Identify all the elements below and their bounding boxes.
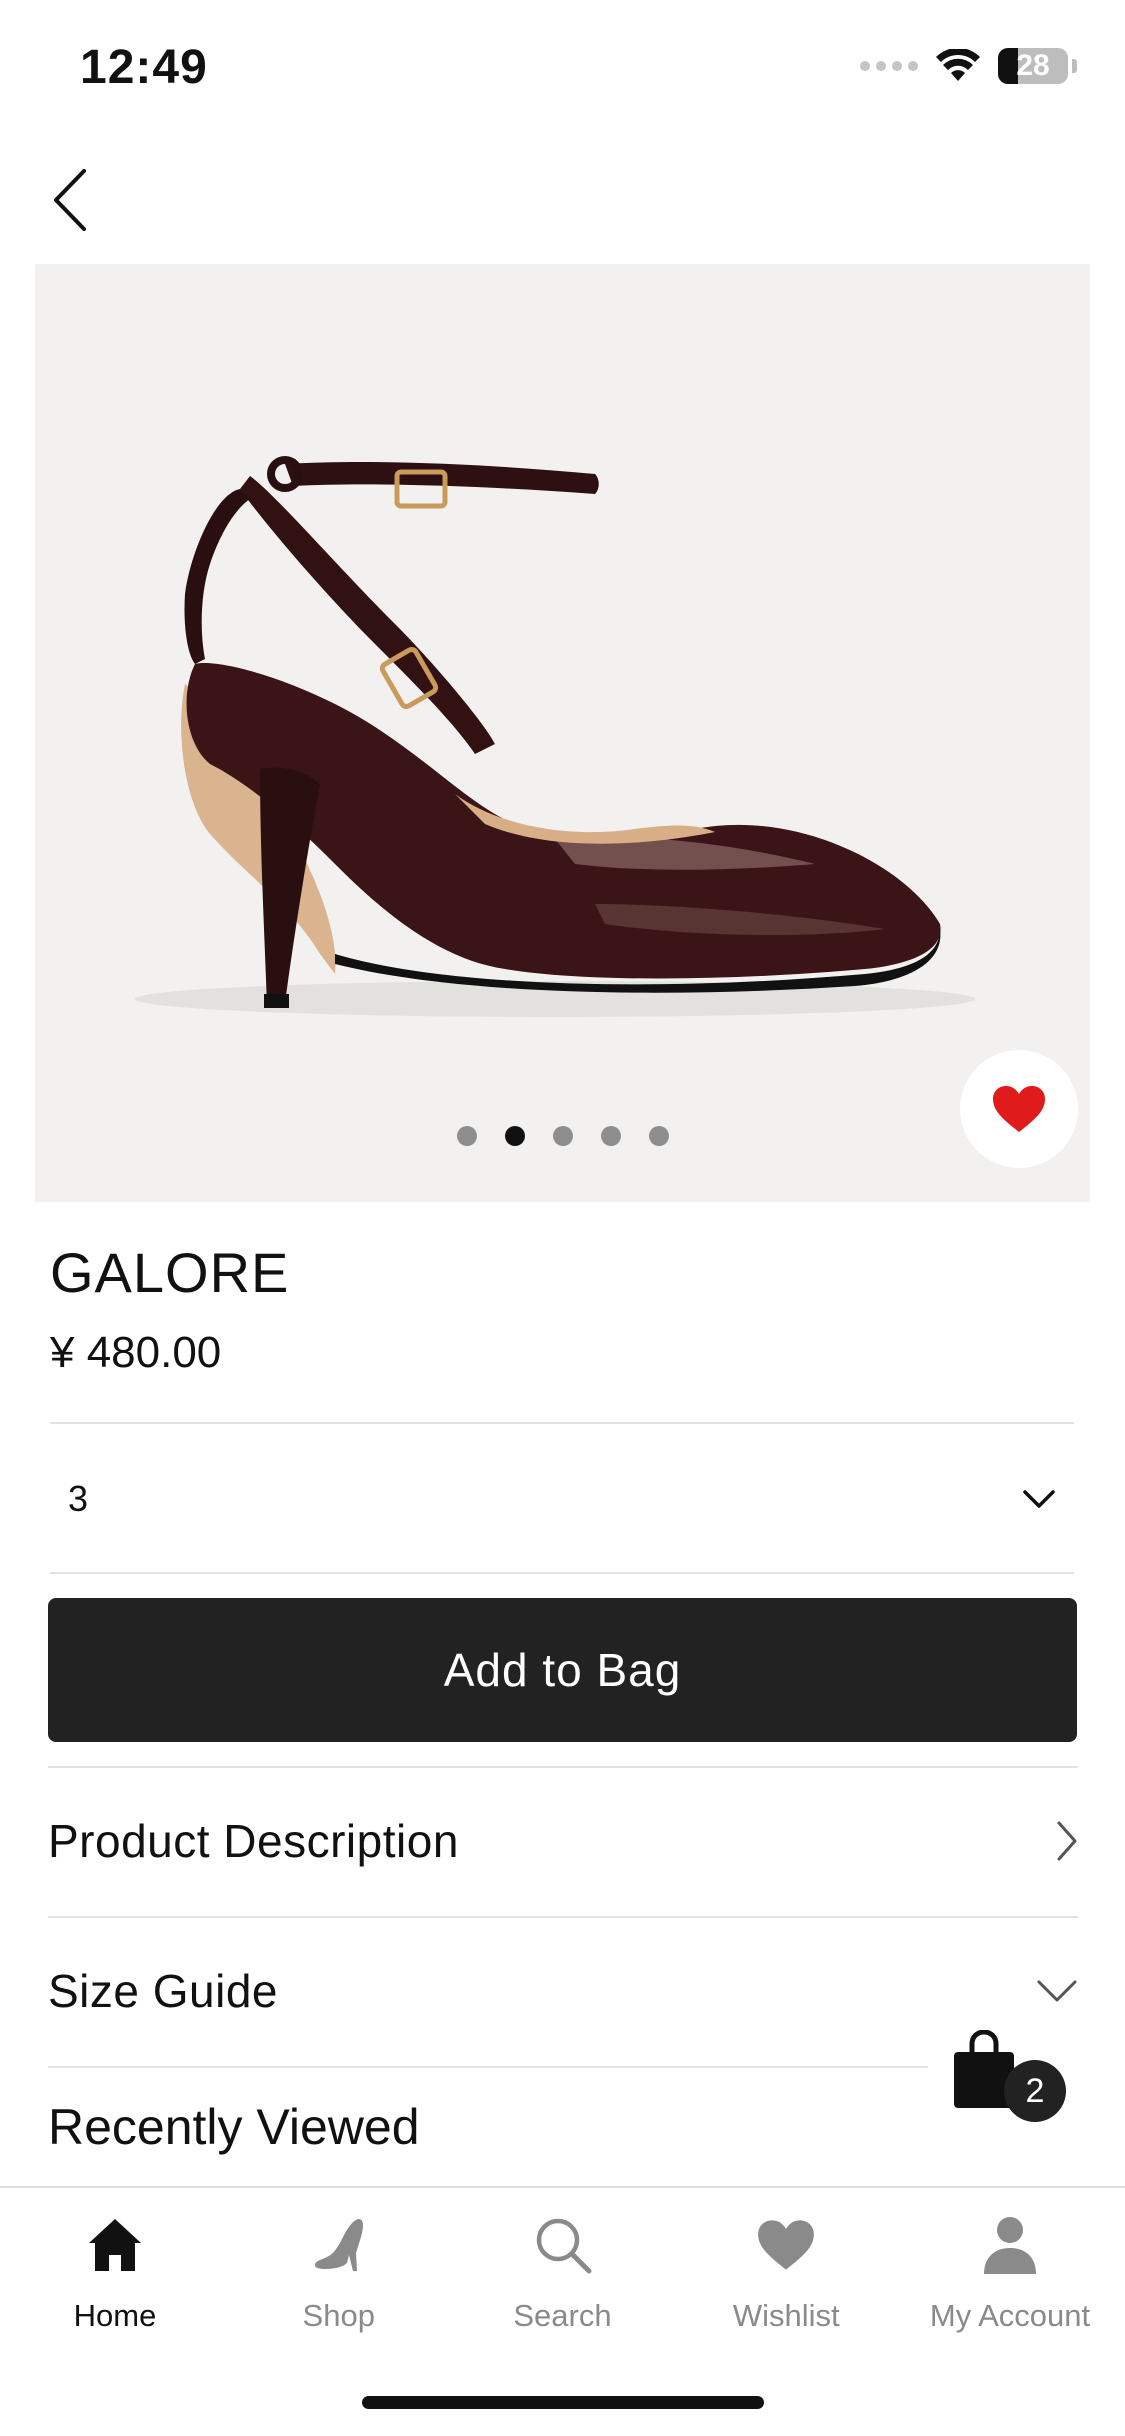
cellular-signal-icon: [860, 61, 918, 71]
status-bar: 12:49 28: [0, 0, 1125, 130]
tab-label: Home: [73, 2298, 157, 2333]
size-select-value: 3: [68, 1478, 89, 1519]
home-indicator: [362, 2396, 764, 2409]
home-icon: [89, 2219, 141, 2271]
heart-filled-icon: [993, 1086, 1045, 1132]
tab-wishlist[interactable]: Wishlist: [675, 2188, 897, 2334]
carousel-indicator[interactable]: [35, 1126, 1090, 1146]
size-guide-label: Size Guide: [48, 1965, 279, 2017]
tab-my-account[interactable]: My Account: [899, 2188, 1121, 2334]
bag-count-badge: 2: [1004, 2060, 1066, 2122]
battery-tip: [1072, 59, 1077, 73]
battery-level: 28: [1016, 49, 1050, 82]
product-image-carousel[interactable]: [35, 264, 1090, 1202]
high-heel-shoe-image: [135, 456, 975, 1017]
divider: [50, 1572, 1074, 1574]
size-select-dropdown[interactable]: 3: [50, 1424, 1074, 1574]
carousel-dot[interactable]: [456, 1126, 477, 1146]
heart-icon: [758, 2220, 815, 2270]
chevron-down-icon: [1023, 1490, 1055, 1508]
size-guide-row[interactable]: Size Guide: [48, 1918, 1078, 2064]
tab-search[interactable]: Search: [452, 2188, 674, 2334]
carousel-dot[interactable]: [504, 1126, 525, 1146]
tab-label: My Account: [929, 2298, 1091, 2333]
tab-label: Search: [513, 2298, 612, 2333]
product-description-label: Product Description: [48, 1815, 459, 1867]
product-description-row[interactable]: Product Description: [48, 1768, 1078, 1914]
tab-home[interactable]: Home: [4, 2188, 226, 2334]
chevron-down-icon: [1037, 1980, 1077, 2002]
carousel-dot[interactable]: [648, 1126, 669, 1146]
add-to-bag-button[interactable]: Add to Bag: [48, 1598, 1077, 1742]
recently-viewed-heading: Recently Viewed: [48, 2099, 420, 2155]
wishlist-toggle-button[interactable]: [960, 1050, 1078, 1168]
floating-bag-button[interactable]: 2: [952, 2030, 1072, 2130]
chevron-left-icon: [54, 169, 86, 231]
product-name: GALORE: [50, 1241, 290, 1304]
chevron-right-icon: [1057, 1821, 1077, 1861]
status-icons: 28: [860, 48, 1077, 84]
heel-icon: [314, 2219, 363, 2271]
battery-icon: 28: [998, 48, 1068, 84]
back-button[interactable]: [40, 160, 100, 240]
tab-label: Wishlist: [732, 2298, 840, 2333]
product-price: ¥ 480.00: [50, 1328, 222, 1377]
carousel-dot[interactable]: [600, 1126, 621, 1146]
carousel-dot[interactable]: [552, 1126, 573, 1146]
tab-label: Shop: [302, 2298, 375, 2333]
status-time: 12:49: [80, 41, 208, 94]
divider: [48, 2066, 928, 2068]
wifi-icon: [936, 49, 980, 81]
tab-shop[interactable]: Shop: [228, 2188, 450, 2334]
search-icon: [536, 2218, 591, 2274]
user-icon: [984, 2217, 1036, 2274]
